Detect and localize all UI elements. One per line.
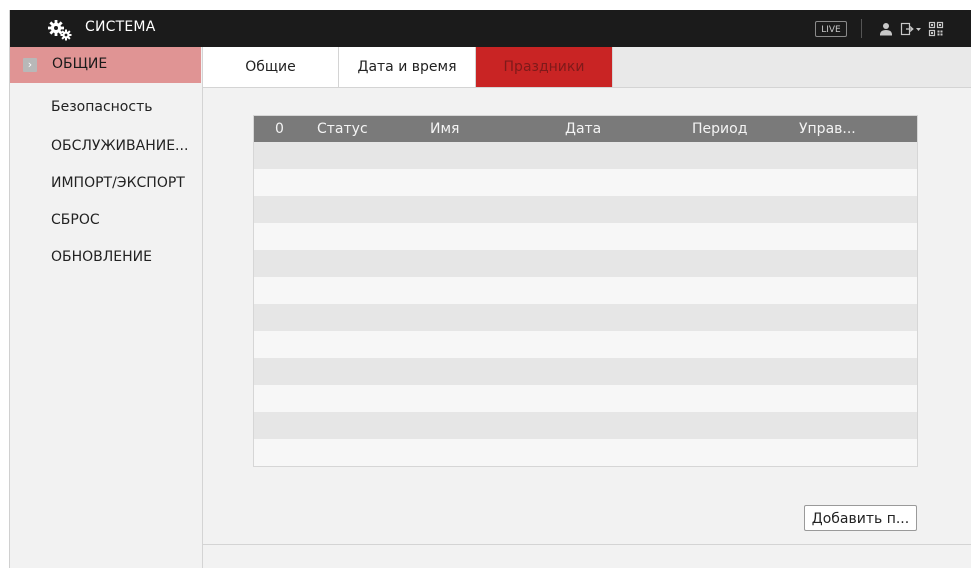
- sidebar-item-reset[interactable]: СБРОС: [10, 203, 201, 239]
- sidebar-item-label: ИМПОРТ/ЭКСПОРТ: [51, 175, 185, 191]
- sidebar-item-label: ОБНОВЛЕНИЕ: [51, 249, 152, 265]
- top-bar: СИСТЕМА LIVE: [10, 10, 971, 47]
- chevron-right-icon: ›: [23, 58, 37, 72]
- column-header-index[interactable]: 0: [275, 121, 284, 137]
- table-row: [254, 277, 917, 304]
- table-row: [254, 331, 917, 358]
- table-row: [254, 250, 917, 277]
- table-row: [254, 142, 917, 169]
- table-row: [254, 169, 917, 196]
- sidebar-item-import-export[interactable]: ИМПОРТ/ЭКСПОРТ: [10, 166, 201, 202]
- sidebar-item-security[interactable]: Безопасность: [10, 91, 201, 127]
- sidebar-item-update[interactable]: ОБНОВЛЕНИЕ: [10, 240, 201, 276]
- table-row: [254, 223, 917, 250]
- topbar-divider: [861, 19, 862, 38]
- table-row: [254, 304, 917, 331]
- table-row: [254, 385, 917, 412]
- sidebar-item-general[interactable]: › ОБЩИЕ: [10, 47, 201, 83]
- tab-general[interactable]: Общие: [203, 47, 339, 87]
- table-row: [254, 412, 917, 439]
- tab-date-time[interactable]: Дата и время: [339, 47, 476, 87]
- sidebar: › ОБЩИЕ Безопасность ОБСЛУЖИВАНИЕ... ИМП…: [10, 47, 201, 568]
- table-row: [254, 439, 917, 466]
- add-holiday-button[interactable]: Добавить п...: [804, 505, 917, 531]
- tab-holidays[interactable]: Праздники: [476, 47, 613, 87]
- table-row: [254, 358, 917, 385]
- qr-icon[interactable]: [928, 21, 944, 37]
- gears-icon: [48, 20, 72, 41]
- footer-divider: [203, 544, 971, 545]
- tab-bar: Общие Дата и время Праздники: [203, 47, 971, 88]
- main-panel: Общие Дата и время Праздники 0 Статус Им…: [202, 47, 971, 568]
- sidebar-item-label: ОБСЛУЖИВАНИЕ...: [51, 138, 189, 154]
- sidebar-item-label: Безопасность: [51, 99, 153, 115]
- column-header-period[interactable]: Период: [692, 121, 747, 137]
- column-header-date[interactable]: Дата: [565, 121, 601, 137]
- column-header-status[interactable]: Статус: [317, 121, 368, 137]
- column-header-name[interactable]: Имя: [430, 121, 459, 137]
- table-header: 0 Статус Имя Дата Период Управ...: [254, 116, 917, 142]
- sidebar-item-maintenance[interactable]: ОБСЛУЖИВАНИЕ...: [10, 129, 201, 165]
- app-title: СИСТЕМА: [85, 19, 156, 35]
- holidays-table: 0 Статус Имя Дата Период Управ...: [253, 115, 918, 467]
- column-header-manage[interactable]: Управ...: [799, 121, 856, 137]
- logout-icon[interactable]: [900, 21, 922, 37]
- app-window: СИСТЕМА LIVE › ОБЩИЕ Безопасность ОБСЛУЖ…: [9, 10, 971, 568]
- live-button[interactable]: LIVE: [815, 21, 847, 37]
- table-row: [254, 196, 917, 223]
- sidebar-item-label: СБРОС: [51, 212, 100, 228]
- user-icon[interactable]: [878, 21, 894, 37]
- sidebar-item-label: ОБЩИЕ: [52, 56, 108, 72]
